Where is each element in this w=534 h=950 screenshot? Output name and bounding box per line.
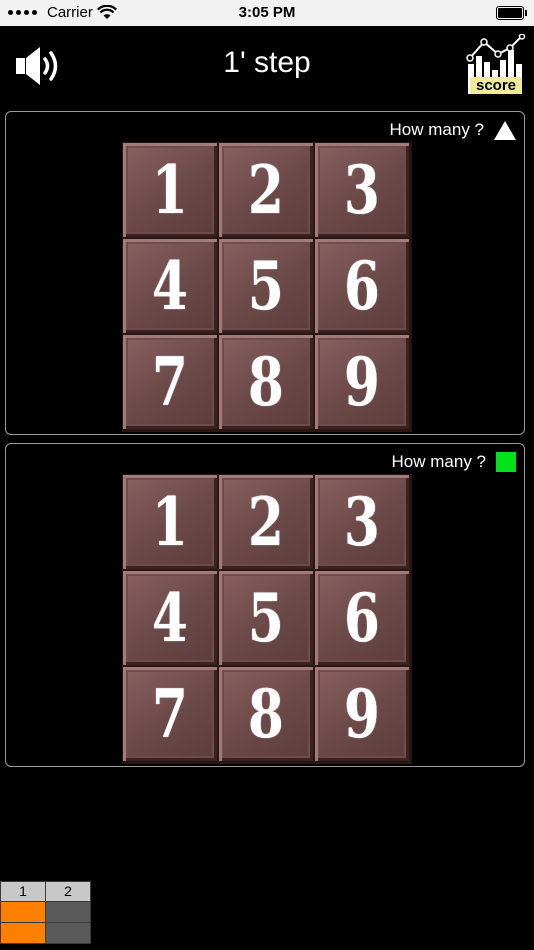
progress-row — [0, 901, 91, 923]
status-bar: Carrier 3:05 PM — [0, 0, 534, 26]
number-tile-2[interactable]: 2 — [219, 143, 313, 237]
number-tile-9[interactable]: 9 — [315, 667, 409, 761]
score-label: score — [470, 77, 522, 94]
number-tile-6[interactable]: 6 — [315, 571, 409, 665]
number-grid: 1 2 3 4 5 6 7 8 9 — [122, 474, 412, 764]
tile-number: 5 — [248, 247, 284, 325]
tile-number: 9 — [344, 343, 380, 421]
question-text: How many ? — [389, 120, 484, 139]
tile-number: 7 — [152, 675, 188, 753]
tile-number: 8 — [248, 343, 284, 421]
square-icon — [496, 452, 516, 472]
triangle-icon — [494, 120, 516, 140]
tile-number: 8 — [248, 675, 284, 753]
tile-number: 4 — [152, 247, 188, 325]
progress-table: 1 2 — [0, 881, 92, 947]
progress-cell-done — [0, 901, 46, 923]
tile-number: 6 — [344, 247, 380, 325]
tile-number: 3 — [344, 151, 380, 229]
tile-number: 2 — [248, 483, 284, 561]
tile-number: 4 — [152, 579, 188, 657]
question-text: How many ? — [391, 452, 486, 471]
progress-column-1: 1 — [0, 881, 46, 902]
question-label: How many ? — [392, 452, 516, 472]
battery-icon — [496, 6, 527, 20]
number-tile-2[interactable]: 2 — [219, 475, 313, 569]
status-time: 3:05 PM — [238, 4, 296, 21]
question-panel-2: How many ? 1 2 3 4 5 6 7 8 9 — [5, 443, 525, 767]
tile-number: 1 — [152, 483, 188, 561]
number-tile-1[interactable]: 1 — [123, 475, 217, 569]
header: 1' step score — [0, 26, 534, 106]
progress-cell-pending — [45, 922, 91, 944]
tile-number: 5 — [248, 579, 284, 657]
number-tile-5[interactable]: 5 — [219, 571, 313, 665]
number-tile-8[interactable]: 8 — [219, 667, 313, 761]
tile-number: 9 — [344, 675, 380, 753]
progress-column-2: 2 — [45, 881, 91, 902]
number-tile-3[interactable]: 3 — [315, 143, 409, 237]
number-tile-8[interactable]: 8 — [219, 335, 313, 429]
progress-cell-done — [0, 922, 46, 944]
question-panel-1: How many ? 1 2 3 4 5 6 7 8 9 — [5, 111, 525, 435]
number-tile-3[interactable]: 3 — [315, 475, 409, 569]
number-tile-9[interactable]: 9 — [315, 335, 409, 429]
number-tile-6[interactable]: 6 — [315, 239, 409, 333]
score-button[interactable]: score — [464, 33, 528, 98]
number-tile-1[interactable]: 1 — [123, 143, 217, 237]
tile-number: 7 — [152, 343, 188, 421]
tile-number: 3 — [344, 483, 380, 561]
number-tile-7[interactable]: 7 — [123, 335, 217, 429]
tile-number: 1 — [152, 151, 188, 229]
progress-header-row: 1 2 — [0, 881, 91, 902]
tile-number: 6 — [344, 579, 380, 657]
progress-cell-pending — [45, 901, 91, 923]
number-tile-5[interactable]: 5 — [219, 239, 313, 333]
question-label: How many ? — [390, 120, 516, 140]
number-tile-4[interactable]: 4 — [123, 239, 217, 333]
number-tile-4[interactable]: 4 — [123, 571, 217, 665]
number-tile-7[interactable]: 7 — [123, 667, 217, 761]
tile-number: 2 — [248, 151, 284, 229]
number-grid: 1 2 3 4 5 6 7 8 9 — [122, 142, 412, 432]
progress-row — [0, 922, 91, 944]
page-title: 1' step — [223, 46, 311, 79]
